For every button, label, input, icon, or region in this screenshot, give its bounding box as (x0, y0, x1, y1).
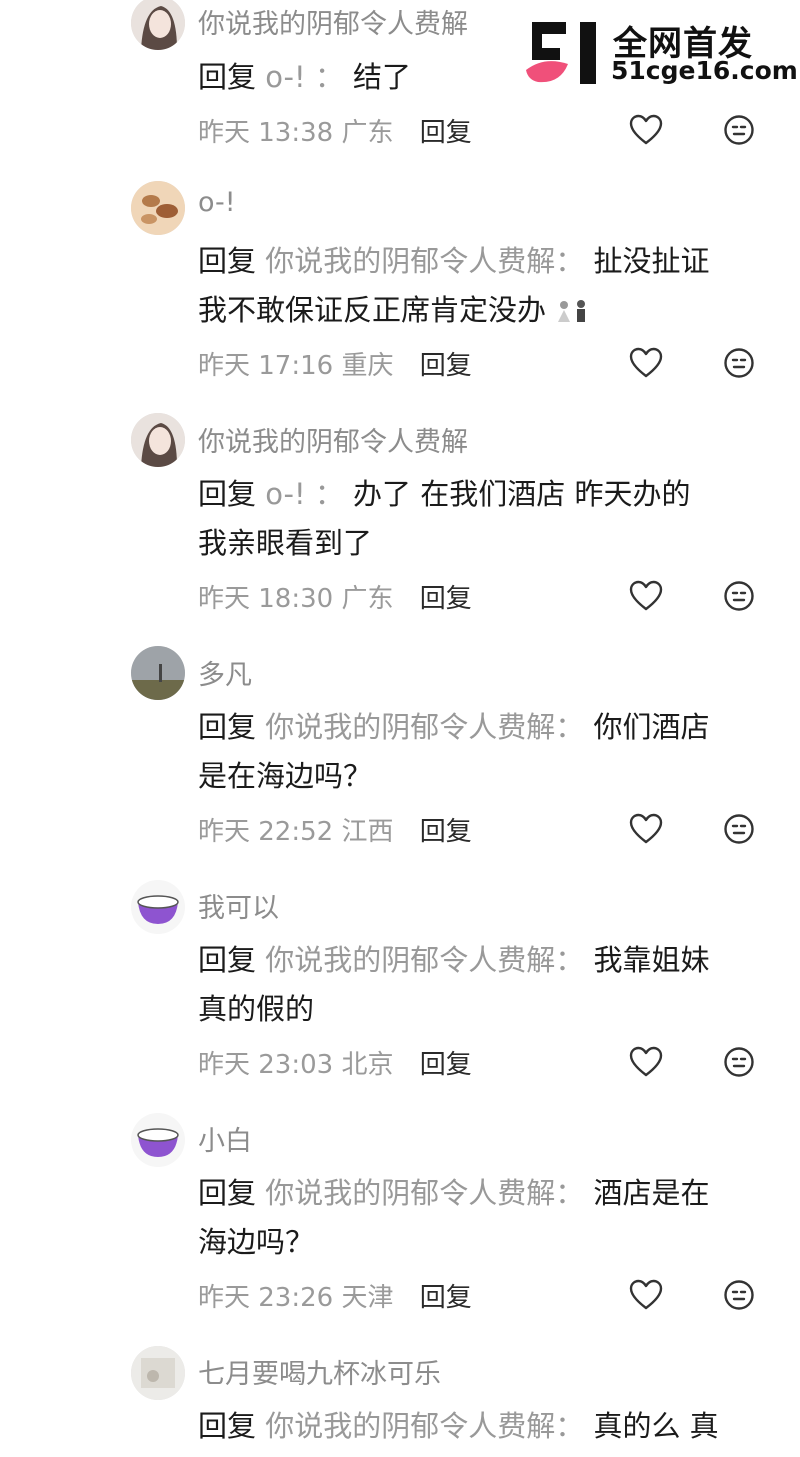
reply-target[interactable]: 你说我的阴郁令人费解： (265, 244, 584, 278)
comment-text: 回复 你说我的阴郁令人费解： 我靠姐妹 (198, 937, 709, 979)
reply-button[interactable]: 回复 (420, 118, 472, 148)
comment-text-continued: 我亲眼看到了 (198, 526, 373, 560)
comment-time-location: 昨天 23:26 天津 (198, 1283, 394, 1313)
comment-meta: 昨天 22:52 江西 回复 (198, 811, 472, 848)
reply-target[interactable]: o-! ： (265, 477, 344, 511)
heart-icon[interactable] (629, 813, 663, 845)
comment-text: 回复 你说我的阴郁令人费解： 酒店是在 (198, 1170, 709, 1212)
reply-label: 回复 (198, 60, 257, 94)
comment-content-line2: 我不敢保证反正席肯定没办 (198, 293, 547, 327)
comment-meta: 昨天 23:03 北京 回复 (198, 1044, 472, 1081)
avatar-image (131, 1113, 185, 1167)
reply-label: 回复 (198, 943, 257, 977)
watermark-url: 51cge16.com (611, 56, 798, 85)
comment-time-location: 昨天 13:38 广东 (198, 118, 394, 148)
comment-content: 扯没扯证 (593, 244, 710, 278)
heart-icon[interactable] (629, 580, 663, 612)
dislike-face-icon[interactable] (723, 580, 755, 612)
avatar[interactable] (131, 880, 185, 934)
avatar-image (131, 1346, 185, 1400)
comment-text-continued: 是在海边吗？ (198, 759, 373, 793)
comment-text: 回复 o-! ： 结了 (198, 54, 411, 96)
heart-icon[interactable] (629, 1046, 663, 1078)
comment-text-continued: 我不敢保证反正席肯定没办 (198, 287, 591, 329)
comment-username[interactable]: 我可以 (198, 886, 279, 925)
avatar[interactable] (131, 413, 185, 467)
reply-target[interactable]: o-! ： (265, 60, 344, 94)
comment-username[interactable]: 七月要喝九杯冰可乐 (198, 1352, 441, 1391)
comment-meta: 昨天 17:16 重庆 回复 (198, 345, 472, 382)
avatar[interactable] (131, 181, 185, 235)
reply-target[interactable]: 你说我的阴郁令人费解： (265, 1409, 584, 1443)
reply-label: 回复 (198, 1409, 257, 1443)
heart-icon[interactable] (629, 114, 663, 146)
comment-text: 回复 你说我的阴郁令人费解： 你们酒店 (198, 704, 709, 746)
reply-button[interactable]: 回复 (420, 584, 472, 614)
comment-meta: 昨天 18:30 广东 回复 (198, 578, 472, 615)
reply-target[interactable]: 你说我的阴郁令人费解： (265, 710, 584, 744)
logo-51-icon (526, 22, 596, 84)
comment-username[interactable]: 多凡 (198, 653, 252, 692)
avatar-image (131, 0, 185, 50)
reply-button[interactable]: 回复 (420, 351, 472, 381)
reply-button[interactable]: 回复 (420, 1050, 472, 1080)
dislike-face-icon[interactable] (723, 1279, 755, 1311)
comment-meta: 昨天 23:26 天津 回复 (198, 1277, 472, 1314)
watermark-logo: 全网首发 51cge16.com (515, 12, 800, 90)
dislike-face-icon[interactable] (723, 813, 755, 845)
avatar-image (131, 646, 185, 700)
reply-target[interactable]: 你说我的阴郁令人费解： (265, 1176, 584, 1210)
comment-time-location: 昨天 23:03 北京 (198, 1050, 394, 1080)
reply-label: 回复 (198, 244, 257, 278)
comment-meta: 昨天 13:38 广东 回复 (198, 112, 472, 149)
comment-content: 酒店是在 (593, 1176, 710, 1210)
avatar-image (131, 181, 185, 235)
dislike-face-icon[interactable] (723, 1046, 755, 1078)
reply-label: 回复 (198, 1176, 257, 1210)
comment-content: 我靠姐妹 (593, 943, 710, 977)
comment-time-location: 昨天 18:30 广东 (198, 584, 394, 614)
reply-label: 回复 (198, 710, 257, 744)
comment-content: 结了 (353, 60, 412, 94)
comment-username[interactable]: o-! (198, 187, 236, 218)
reply-button[interactable]: 回复 (420, 817, 472, 847)
comment-time-location: 昨天 17:16 重庆 (198, 351, 394, 381)
heart-icon[interactable] (629, 1279, 663, 1311)
dislike-face-icon[interactable] (723, 347, 755, 379)
reply-label: 回复 (198, 477, 257, 511)
comment-text: 回复 你说我的阴郁令人费解： 真的么 真 (198, 1403, 719, 1445)
comment-content: 你们酒店 (593, 710, 710, 744)
comment-content: 真的么 真 (593, 1409, 719, 1443)
avatar-image (131, 413, 185, 467)
comment-content: 办了 在我们酒店 昨天办的 (353, 477, 691, 511)
comment-username[interactable]: 你说我的阴郁令人费解 (198, 2, 468, 41)
comment-text: 回复 o-! ： 办了 在我们酒店 昨天办的 (198, 471, 690, 513)
bride-groom-emoji (558, 300, 586, 322)
avatar[interactable] (131, 646, 185, 700)
avatar[interactable] (131, 0, 185, 50)
avatar-image (131, 880, 185, 934)
comment-username[interactable]: 你说我的阴郁令人费解 (198, 420, 468, 459)
avatar[interactable] (131, 1113, 185, 1167)
comment-time-location: 昨天 22:52 江西 (198, 817, 394, 847)
heart-icon[interactable] (629, 347, 663, 379)
reply-target[interactable]: 你说我的阴郁令人费解： (265, 943, 584, 977)
reply-button[interactable]: 回复 (420, 1283, 472, 1313)
avatar[interactable] (131, 1346, 185, 1400)
comment-text-continued: 海边吗？ (198, 1225, 315, 1259)
comment-text: 回复 你说我的阴郁令人费解： 扯没扯证 (198, 238, 709, 280)
comment-text-continued: 真的假的 (198, 992, 315, 1026)
comment-username[interactable]: 小白 (198, 1119, 252, 1158)
dislike-face-icon[interactable] (723, 114, 755, 146)
